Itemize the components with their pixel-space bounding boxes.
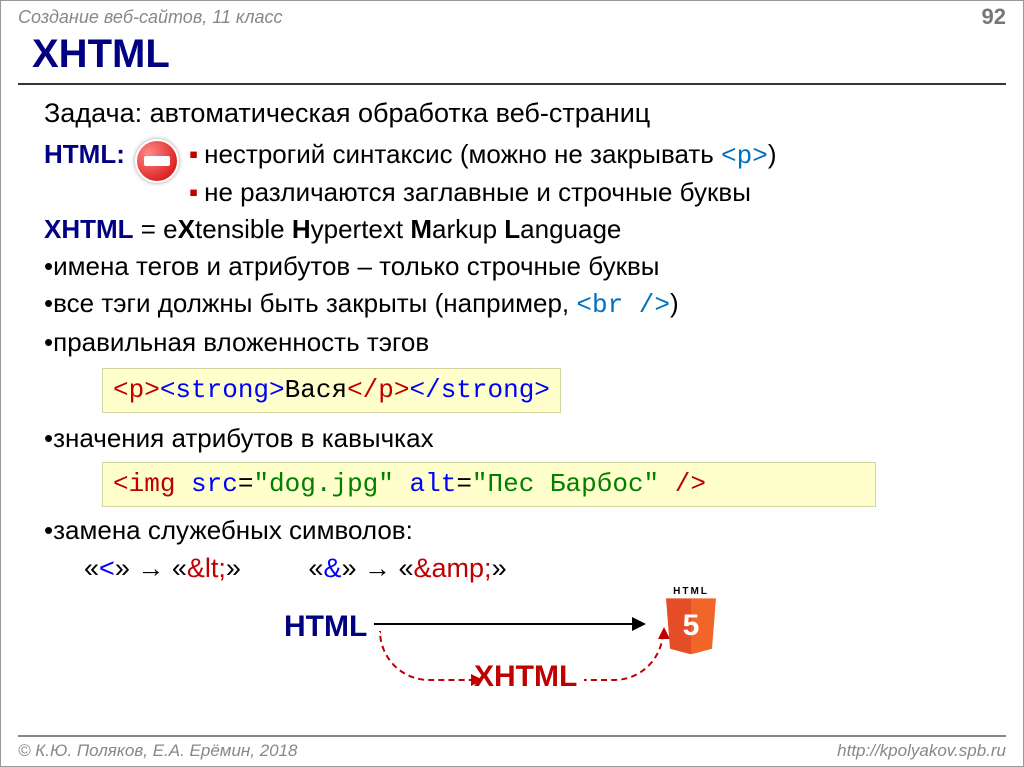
arrow-solid bbox=[374, 623, 644, 625]
diagram-xhtml-label: XHTML bbox=[474, 657, 577, 698]
footer: © К.Ю. Поляков, Е.А. Ерёмин, 2018 http:/… bbox=[18, 735, 1006, 761]
footer-copyright: © К.Ю. Поляков, Е.А. Ерёмин, 2018 bbox=[18, 741, 298, 761]
arrow-dashed-down bbox=[379, 631, 479, 681]
diagram-html-label: HTML bbox=[284, 607, 367, 648]
footer-url: http://kpolyakov.spb.ru bbox=[837, 741, 1006, 761]
diagram: HTML XHTML HTML bbox=[284, 595, 996, 705]
arrow-dashed-up bbox=[584, 631, 664, 681]
no-entry-icon bbox=[135, 139, 179, 183]
html5-logo-icon: HTML bbox=[664, 585, 718, 655]
